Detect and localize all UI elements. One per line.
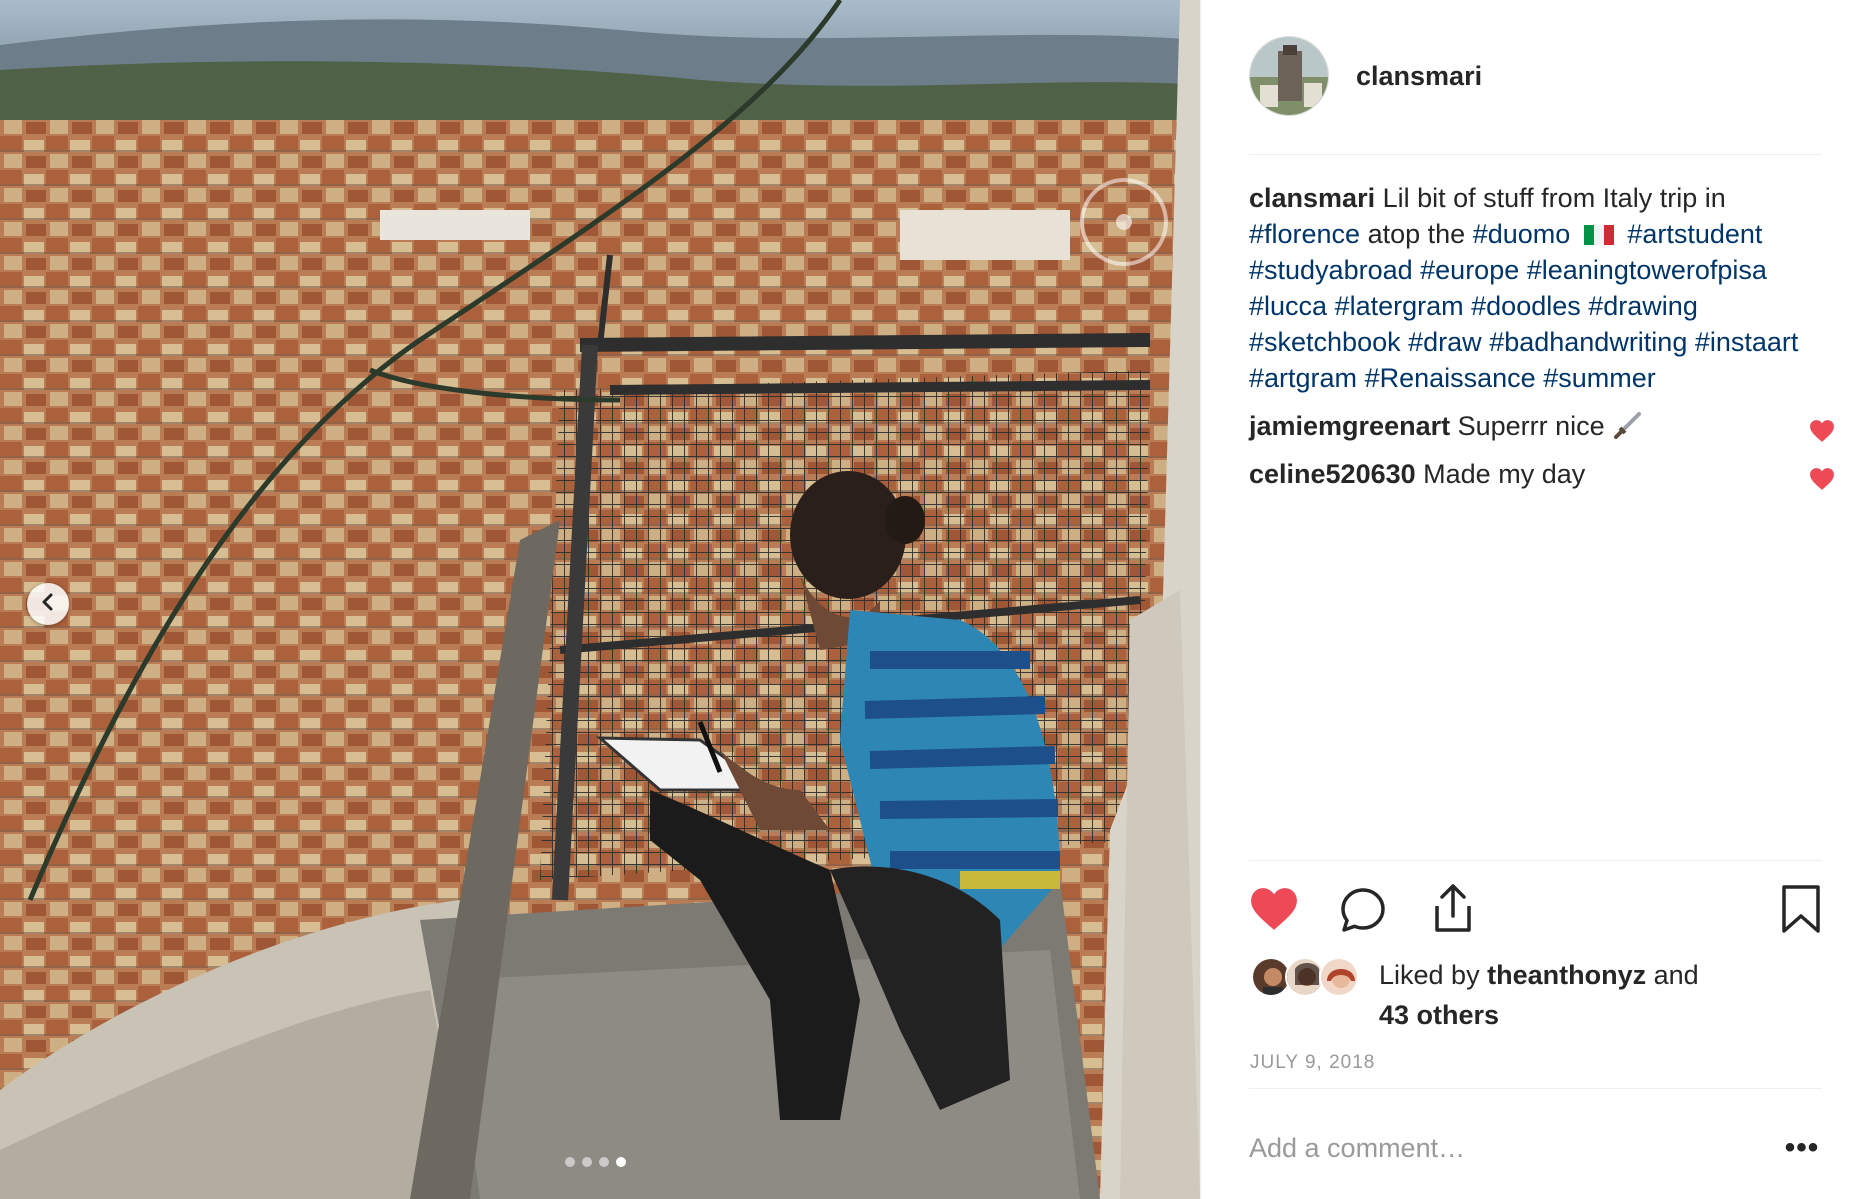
hashtag-link[interactable]: #Renaissance — [1365, 363, 1536, 393]
hashtag-link[interactable]: #europe — [1420, 255, 1519, 285]
italy-flag-icon — [1583, 218, 1614, 245]
hashtag-link[interactable]: #leaningtowerofpisa — [1527, 255, 1767, 285]
dagger-icon — [1612, 411, 1642, 441]
hashtag-link[interactable]: #badhandwriting — [1489, 327, 1687, 357]
carousel-dot — [565, 1157, 575, 1167]
comment-username[interactable]: jamiemgreenart — [1249, 411, 1450, 441]
post-photo[interactable] — [0, 0, 1200, 1199]
like-heart-icon[interactable] — [1249, 886, 1299, 937]
hashtag-link[interactable]: #florence — [1249, 219, 1360, 249]
comment-item: celine520630 Made my day — [1249, 456, 1834, 492]
likes-prefix: Liked by — [1379, 960, 1480, 990]
header-divider — [1249, 154, 1822, 155]
caption-username[interactable]: clansmari — [1249, 183, 1375, 213]
share-icon[interactable] — [1429, 882, 1477, 939]
likes-others-link[interactable]: 43 others — [1379, 1000, 1499, 1030]
likes-conjunction: and — [1653, 960, 1699, 990]
like-comment-heart-icon[interactable] — [1809, 464, 1835, 500]
comment-username[interactable]: celine520630 — [1249, 459, 1416, 489]
comment-text: Made my day — [1423, 459, 1586, 489]
caption-text: atop the — [1367, 219, 1466, 249]
post-caption: clansmari Lil bit of stuff from Italy tr… — [1249, 180, 1829, 396]
hashtag-link[interactable]: #duomo — [1473, 219, 1571, 249]
post-date[interactable]: JULY 9, 2018 — [1250, 1052, 1375, 1074]
profile-avatar[interactable] — [1249, 36, 1329, 116]
post-side-panel: clansmari clansmari Lil bit of stuff fro… — [1200, 0, 1872, 1199]
hashtag-link[interactable]: #drawing — [1588, 291, 1698, 321]
hashtag-link[interactable]: #latergram — [1335, 291, 1464, 321]
hashtag-link[interactable]: #artgram — [1249, 363, 1357, 393]
add-comment-input[interactable] — [1249, 1132, 1782, 1164]
hashtag-link[interactable]: #instaart — [1695, 327, 1799, 357]
likes-summary: Liked by theanthonyz and 43 others — [1249, 955, 1809, 1035]
hashtag-link[interactable]: #artstudent — [1627, 219, 1762, 249]
avatar-image — [1250, 37, 1328, 115]
like-comment-heart-icon[interactable] — [1809, 416, 1835, 452]
hashtag-link[interactable]: #lucca — [1249, 291, 1327, 321]
actions-divider — [1249, 860, 1822, 861]
header-username[interactable]: clansmari — [1356, 61, 1482, 92]
likes-text: Liked by theanthonyz and 43 others — [1379, 955, 1699, 1035]
hashtag-link[interactable]: #sketchbook — [1249, 327, 1401, 357]
post-header: clansmari — [1249, 36, 1822, 116]
liker-avatars — [1249, 955, 1359, 1001]
photo-scene — [0, 0, 1200, 1199]
hashtag-link[interactable]: #doodles — [1471, 291, 1581, 321]
comment-bubble-icon[interactable] — [1339, 886, 1387, 939]
add-comment-bar: ••• — [1249, 1118, 1822, 1178]
more-options-button[interactable]: ••• — [1782, 1131, 1822, 1165]
chevron-left-icon — [38, 592, 58, 617]
comment-divider — [1249, 1088, 1822, 1089]
comments-section: clansmari Lil bit of stuff from Italy tr… — [1249, 180, 1834, 492]
caption-text: Lil bit of stuff from Italy trip in — [1382, 183, 1726, 213]
hashtag-link[interactable]: #summer — [1543, 363, 1656, 393]
carousel-dot-active — [616, 1157, 626, 1167]
previous-image-button[interactable] — [27, 583, 69, 625]
carousel-dot — [599, 1157, 609, 1167]
carousel-indicator — [565, 1157, 626, 1167]
carousel-dot — [582, 1157, 592, 1167]
hashtag-link[interactable]: #studyabroad — [1249, 255, 1413, 285]
comment-text: Superrr nice — [1457, 411, 1605, 441]
action-bar — [1249, 880, 1822, 940]
liker-avatar[interactable] — [1319, 957, 1359, 997]
bookmark-icon[interactable] — [1780, 884, 1822, 939]
hashtag-link[interactable]: #draw — [1408, 327, 1482, 357]
comment-item: jamiemgreenart Superrr nice — [1249, 408, 1834, 444]
liker-username[interactable]: theanthonyz — [1487, 960, 1646, 990]
